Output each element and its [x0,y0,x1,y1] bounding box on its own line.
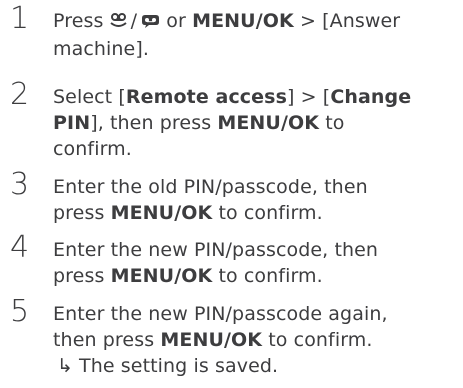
step-text: Select [Remote access] > [Change PIN], t… [53,84,461,162]
step-line: Enter the new PIN/passcode, then [53,239,379,261]
step-line: Enter the old PIN/passcode, then [53,176,368,198]
step-text: Enter the old PIN/passcode, then press M… [53,174,461,226]
answering-machine-icon [110,10,127,36]
step-line: Select [Remote access] > [Change [53,86,412,108]
step-line: machine]. [53,38,150,60]
step-text: Enter the new PIN/passcode again, then p… [53,301,461,379]
step-line: Enter the new PIN/passcode again, [53,303,388,325]
step-line: PIN], then press MENU/OK to [53,112,345,134]
step-line: Press / or MENU/OK > [Answer [53,8,461,36]
step-line: confirm. [53,138,132,160]
result-arrow-icon: ↳ [57,355,74,377]
step-number: 4 [10,230,30,265]
step-text: Press / or MENU/OK > [Answer machine]. [53,8,461,62]
voicemail-icon [141,10,160,36]
step-line: press MENU/OK to confirm. [53,202,323,224]
step-number: 3 [10,167,30,202]
result-text: The setting is saved. [79,355,279,377]
step-number: 5 [10,294,30,329]
step-number: 1 [10,1,30,36]
step-text: Enter the new PIN/passcode, then press M… [53,237,461,289]
step-line: press MENU/OK to confirm. [53,265,323,287]
step-line: then press MENU/OK to confirm. [53,329,373,351]
step-result: ↳ The setting is saved. [53,353,461,379]
step-number: 2 [10,77,30,112]
